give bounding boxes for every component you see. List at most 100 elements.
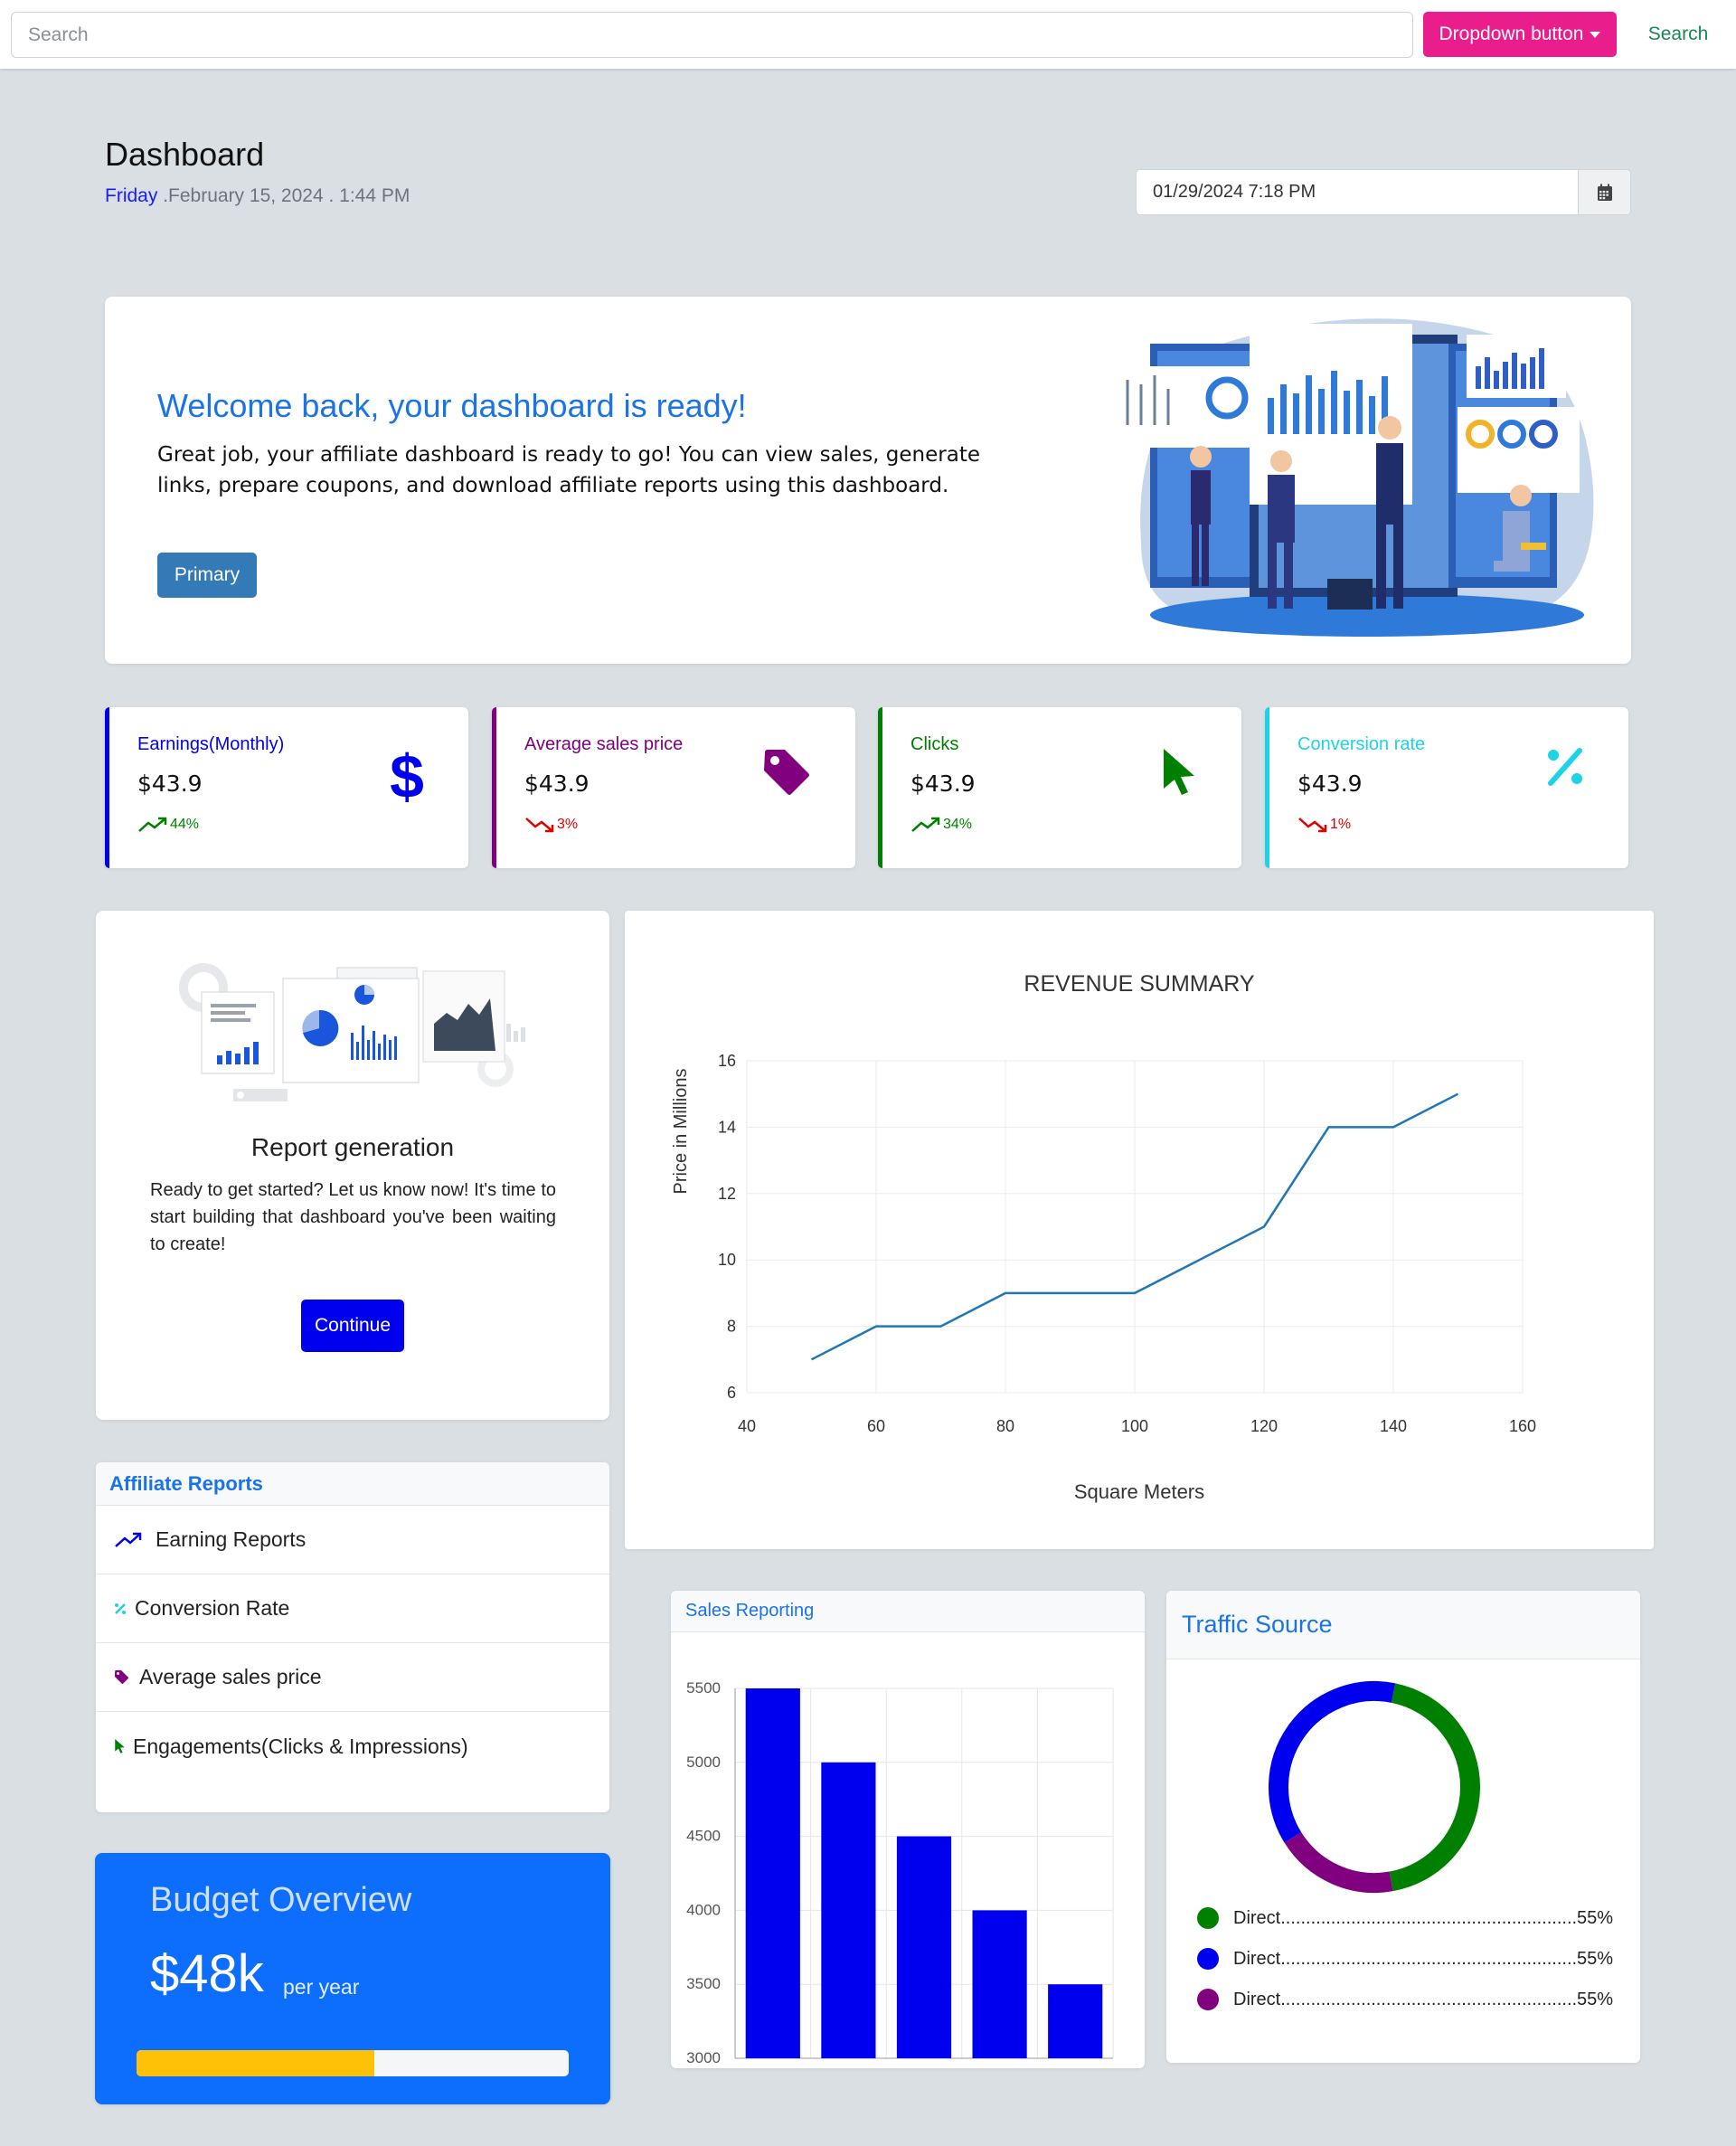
x-tick-label: 100 — [1121, 1417, 1148, 1435]
stat-change: 44% — [170, 817, 200, 832]
budget-overview-card: Budget Overview $48k per year — [95, 1853, 610, 2104]
y-tick-label: 5000 — [686, 1754, 721, 1771]
x-tick-label: 120 — [1250, 1417, 1278, 1435]
budget-period: per year — [283, 1975, 360, 1999]
chart-title: REVENUE SUMMARY — [1024, 971, 1254, 997]
stat-card-conversion-rate: Conversion rate $43.9 1% — [1265, 707, 1628, 868]
stat-label: Earnings(Monthly) — [137, 734, 285, 754]
affiliate-reports-title: Affiliate Reports — [96, 1462, 609, 1506]
dropdown-button[interactable]: Dropdown button — [1423, 12, 1617, 57]
welcome-card: Welcome back, your dashboard is ready! G… — [105, 297, 1631, 664]
stat-label: Conversion rate — [1297, 734, 1426, 754]
y-tick-label: 3500 — [686, 1975, 721, 1992]
traffic-donut-chart — [1269, 1681, 1480, 1893]
affiliate-item-label: Average sales price — [139, 1665, 322, 1688]
current-date: .February 15, 2024 . 1:44 PM — [157, 185, 410, 206]
stat-change: 3% — [557, 817, 579, 832]
legend-dot — [1197, 1989, 1219, 2010]
percent-icon — [115, 1602, 126, 1614]
y-tick-label: 10 — [718, 1251, 736, 1269]
traffic-source-title: Traffic Source — [1166, 1591, 1640, 1659]
search-button[interactable]: Search — [1633, 12, 1723, 57]
stat-accent-bar — [878, 707, 882, 868]
legend-value: 55% — [1576, 1989, 1613, 2009]
continue-button[interactable]: Continue — [301, 1300, 404, 1352]
y-tick-label: 5500 — [686, 1679, 721, 1697]
y-tick-label: 6 — [727, 1384, 736, 1402]
percent-icon — [1548, 748, 1582, 786]
sales-reporting-title: Sales Reporting — [671, 1591, 1145, 1632]
y-axis-label: Price in Millions — [671, 1069, 691, 1195]
top-navbar: Dropdown button Search — [0, 0, 1736, 69]
legend-leader — [1280, 1990, 1577, 2010]
budget-title: Budget Overview — [150, 1881, 412, 1919]
affiliate-item-earning-reports[interactable]: Earning Reports — [96, 1506, 609, 1574]
dashboard-team-illustration — [1114, 318, 1594, 637]
affiliate-item-label: Engagements(Clicks & Impressions) — [133, 1734, 468, 1758]
donut-slice — [1284, 1831, 1393, 1893]
trending-up-icon — [115, 1532, 142, 1547]
stat-card-earnings: Earnings(Monthly) $43.9 44% $ — [105, 707, 468, 868]
revenue-line-chart: REVENUE SUMMARY Square Meters Price in M… — [671, 971, 1536, 1503]
x-tick-label: 40 — [738, 1417, 756, 1435]
report-illustration — [179, 963, 525, 1101]
stat-trend: 34% — [910, 817, 972, 833]
page-title: Dashboard — [105, 136, 265, 173]
calendar-button[interactable] — [1578, 170, 1630, 214]
affiliate-item-average-sales-price[interactable]: Average sales price — [96, 1643, 609, 1712]
dollar-icon: $ — [390, 747, 424, 807]
cursor-icon — [1164, 749, 1194, 795]
trending-down-icon — [525, 818, 554, 833]
legend-dot — [1197, 1948, 1219, 1970]
bar — [896, 1836, 952, 2058]
legend-item: Direct 55% — [1197, 1905, 1613, 1932]
cursor-icon — [115, 1738, 125, 1754]
donut-slice — [1389, 1683, 1480, 1892]
stat-value: $43.9 — [910, 770, 976, 797]
donut-slice — [1269, 1681, 1396, 1843]
stat-value: $43.9 — [1297, 770, 1363, 797]
legend-item: Direct 55% — [1197, 1986, 1613, 2013]
y-tick-label: 3000 — [686, 2049, 721, 2066]
date-picker-value[interactable]: 01/29/2024 7:18 PM — [1137, 170, 1578, 214]
report-text: Ready to get started? Let us know now! I… — [150, 1180, 556, 1254]
tag-icon — [764, 750, 809, 795]
trending-up-icon — [911, 817, 940, 832]
stat-value: $43.9 — [137, 770, 203, 797]
y-tick-label: 4000 — [686, 1901, 721, 1918]
bar — [972, 1910, 1027, 2058]
affiliate-item-label: Earning Reports — [156, 1527, 307, 1551]
trending-up-icon — [138, 817, 167, 832]
legend-label: Direct — [1233, 1948, 1281, 1969]
bar — [745, 1688, 800, 2058]
traffic-source-card: Traffic Source Direct 55% Direct 55% Dir… — [1166, 1591, 1640, 2063]
caret-down-icon — [1590, 31, 1601, 38]
stat-accent-bar — [492, 707, 496, 868]
legend-value: 55% — [1576, 1948, 1613, 1969]
stat-change: 1% — [1330, 817, 1352, 832]
stat-change: 34% — [943, 817, 973, 832]
stat-card-average-sales-price: Average sales price $43.9 3% — [492, 707, 855, 868]
bar — [821, 1762, 876, 2058]
date-picker[interactable]: 01/29/2024 7:18 PM — [1136, 169, 1631, 215]
x-axis-label: Square Meters — [1074, 1480, 1204, 1503]
svg-text:$: $ — [390, 747, 424, 807]
y-tick-label: 14 — [718, 1118, 736, 1136]
stat-trend: 1% — [1297, 817, 1351, 833]
legend-label: Direct — [1233, 1989, 1281, 2009]
dropdown-button-label: Dropdown button — [1439, 24, 1584, 44]
affiliate-item-conversion-rate[interactable]: Conversion Rate — [96, 1574, 609, 1643]
budget-amount: $48k — [150, 1944, 264, 2003]
search-input[interactable] — [11, 12, 1413, 58]
stat-trend: 44% — [137, 817, 199, 833]
y-tick-label: 12 — [718, 1185, 736, 1203]
calendar-icon — [1597, 184, 1612, 201]
y-tick-label: 16 — [718, 1052, 736, 1070]
stat-label: Clicks — [910, 734, 959, 754]
bar — [1048, 1984, 1103, 2058]
primary-button[interactable]: Primary — [157, 553, 257, 598]
x-tick-label: 160 — [1509, 1417, 1536, 1435]
affiliate-item-engagements[interactable]: Engagements(Clicks & Impressions) — [96, 1712, 609, 1781]
welcome-title: Welcome back, your dashboard is ready! — [157, 387, 747, 424]
x-tick-label: 60 — [867, 1417, 885, 1435]
